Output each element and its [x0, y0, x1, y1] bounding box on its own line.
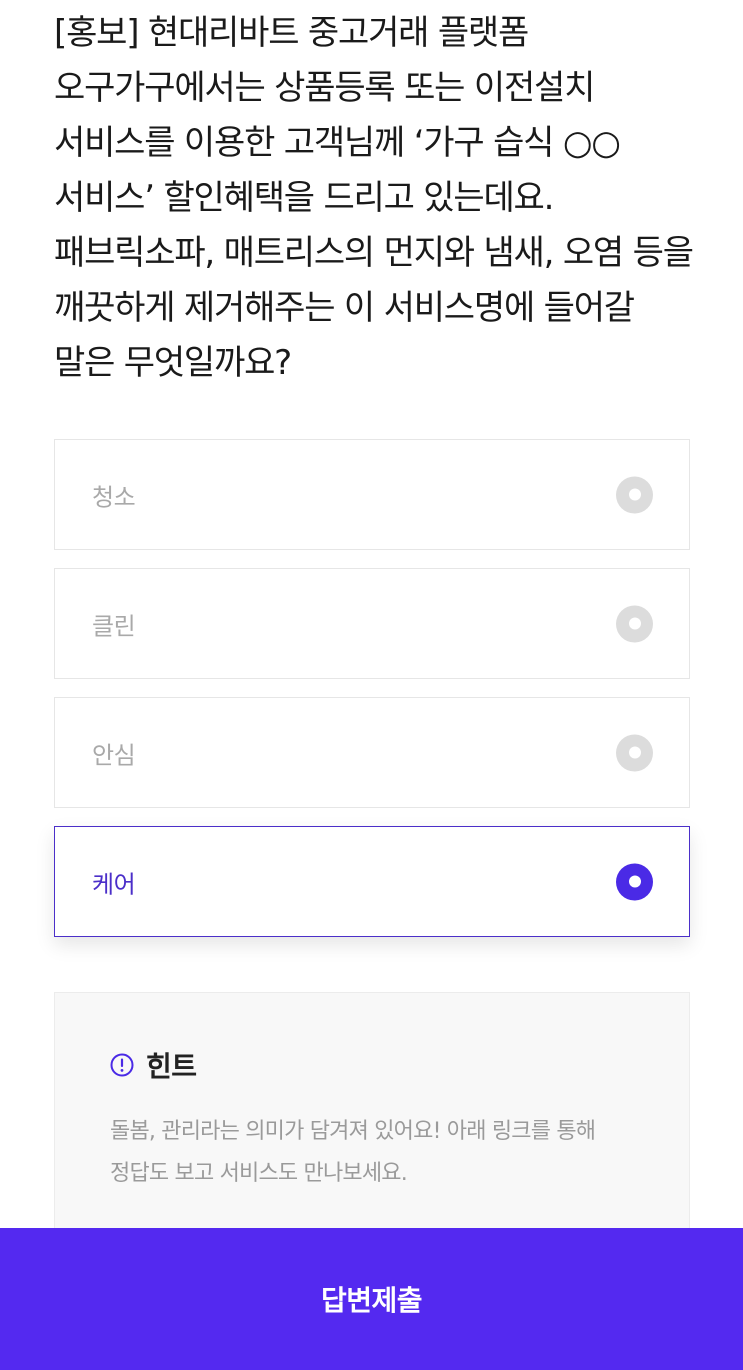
answer-option-2[interactable]: 클린: [54, 568, 690, 679]
submit-answer-button[interactable]: 답변제출: [0, 1228, 743, 1370]
answer-option-label: 청소: [92, 483, 136, 511]
answer-option-label: 클린: [92, 612, 136, 640]
radio-button-icon[interactable]: [616, 605, 653, 642]
radio-button-selected-icon[interactable]: [616, 863, 653, 900]
answer-options: 청소 클린 안심 케어: [54, 439, 690, 955]
answer-option-4[interactable]: 케어: [54, 826, 690, 937]
answer-option-3[interactable]: 안심: [54, 697, 690, 808]
answer-option-label: 케어: [92, 870, 136, 898]
hint-text: 돌봄, 관리라는 의미가 담겨져 있어요! 아래 링크를 통해 정답도 보고 서…: [110, 1119, 596, 1186]
quiz-page: [홍보] 현대리바트 중고거래 플랫폼 오구가구에서는 상품등록 또는 이전설치…: [0, 0, 743, 1370]
radio-button-icon[interactable]: [616, 476, 653, 513]
hint-box: 힌트 돌봄, 관리라는 의미가 담겨져 있어요! 아래 링크를 통해 정답도 보…: [54, 992, 690, 1252]
exclamation-circle-icon: [110, 1053, 134, 1077]
answer-option-1[interactable]: 청소: [54, 439, 690, 550]
hint-title: 힌트: [146, 1050, 197, 1083]
question-text: [홍보] 현대리바트 중고거래 플랫폼 오구가구에서는 상품등록 또는 이전설치…: [54, 13, 694, 383]
answer-option-label: 안심: [92, 741, 136, 769]
radio-button-icon[interactable]: [616, 734, 653, 771]
hint-header: 힌트: [110, 1045, 197, 1085]
